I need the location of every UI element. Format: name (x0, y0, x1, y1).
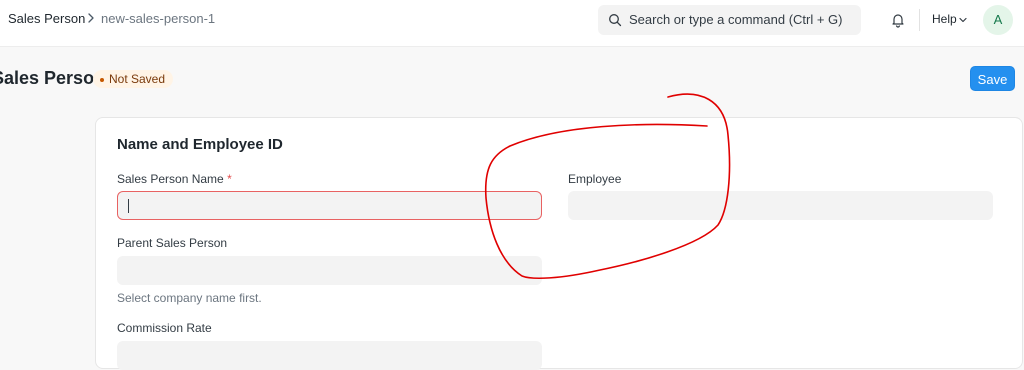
sales-person-name-label: Sales Person Name * (117, 173, 232, 186)
sales-person-name-input[interactable] (117, 191, 542, 220)
employee-input[interactable] (568, 191, 993, 220)
status-badge-label: Not Saved (109, 72, 166, 86)
parent-sales-person-label: Parent Sales Person (117, 236, 228, 250)
required-mark: * (227, 172, 232, 186)
parent-sales-person-input[interactable] (117, 256, 542, 285)
parent-sales-person-help: Select company name first. (117, 291, 262, 305)
commission-rate-label: Commission Rate (117, 321, 212, 335)
form-card (95, 117, 1023, 369)
section-title: Name and Employee ID (117, 136, 283, 153)
sales-person-name-label-text: Sales Person Name (117, 172, 224, 186)
breadcrumb-current-doc[interactable]: new-sales-person-1 (101, 12, 215, 26)
status-badge: Not Saved (93, 70, 174, 88)
bell-icon[interactable] (890, 12, 906, 28)
help-menu[interactable]: Help (932, 13, 957, 26)
status-dot-icon (100, 77, 104, 82)
breadcrumb-sales-person[interactable]: Sales Person (8, 12, 85, 26)
chevron-down-icon[interactable] (958, 15, 968, 25)
page-title: Sales Person (0, 68, 106, 88)
save-button[interactable]: Save (970, 66, 1015, 91)
employee-label: Employee (568, 172, 622, 186)
nav-divider (919, 9, 920, 31)
search-bar[interactable]: Search or type a command (Ctrl + G) (598, 5, 861, 35)
commission-rate-input[interactable] (117, 341, 542, 370)
navbar: Sales Person new-sales-person-1 Search o… (0, 0, 1024, 47)
search-icon (609, 14, 622, 27)
avatar[interactable]: A (983, 5, 1013, 35)
search-input[interactable]: Search or type a command (Ctrl + G) (629, 13, 843, 27)
chevron-right-icon (88, 13, 94, 23)
text-cursor (128, 199, 129, 213)
